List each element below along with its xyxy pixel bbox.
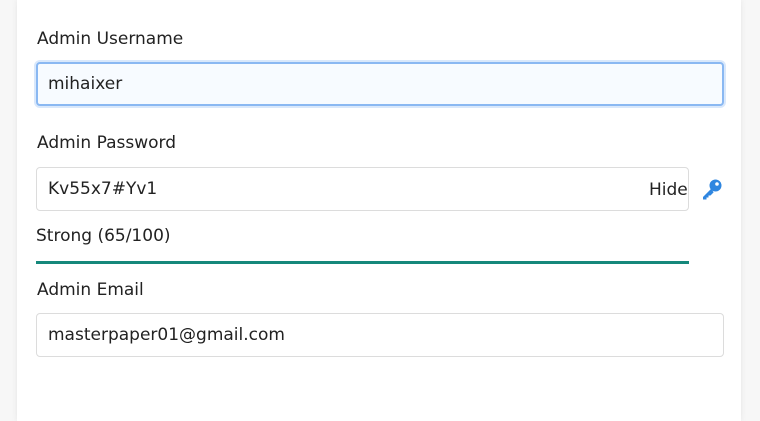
password-strength-fill	[36, 261, 689, 264]
page: Admin Username mihaixer Admin Password K…	[0, 0, 760, 421]
password-strength-text: Strong (65/100)	[36, 226, 171, 246]
admin-username-input[interactable]: mihaixer	[36, 62, 724, 106]
admin-username-label: Admin Username	[37, 29, 184, 49]
admin-email-label: Admin Email	[37, 280, 144, 300]
password-strength-bar	[36, 261, 689, 264]
admin-password-label: Admin Password	[37, 133, 176, 153]
install-form-card: Admin Username mihaixer Admin Password K…	[17, 0, 741, 421]
password-hide-toggle[interactable]: Hide	[649, 180, 688, 200]
admin-password-input[interactable]: Kv55x7#Yv1	[36, 167, 689, 211]
key-icon[interactable]	[700, 177, 724, 201]
admin-email-input[interactable]: masterpaper01@gmail.com	[36, 313, 724, 357]
